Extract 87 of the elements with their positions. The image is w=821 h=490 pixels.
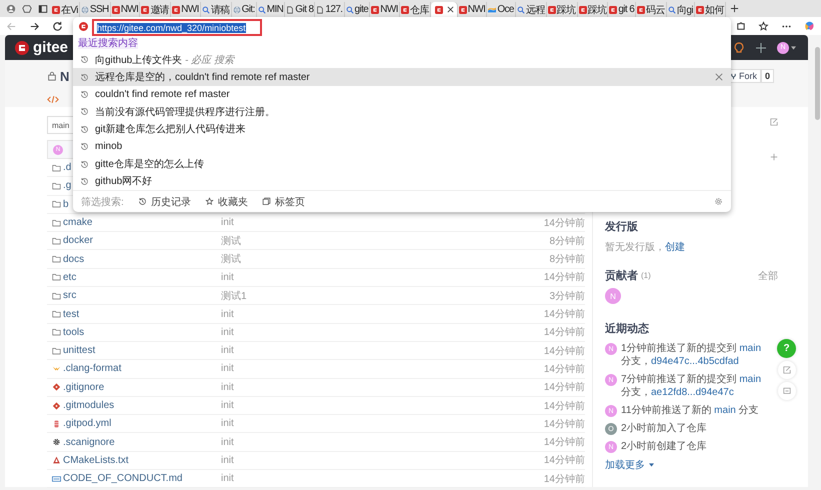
- activity-text: 2小时前加入了仓库: [621, 422, 708, 435]
- browser-tab[interactable]: SSH: [80, 2, 111, 17]
- browser-tab[interactable]: NWI: [370, 2, 400, 17]
- file-name[interactable]: CODE_OF_CONDUCT.md: [63, 473, 221, 484]
- activity-link[interactable]: main: [739, 343, 762, 354]
- browser-tab[interactable]: Git:: [232, 2, 257, 17]
- file-name[interactable]: src: [63, 290, 221, 302]
- browser-tab[interactable]: 远程: [516, 2, 547, 17]
- file-name[interactable]: docs: [63, 254, 221, 265]
- commit-time: 3分钟前: [549, 290, 585, 303]
- browser-tab[interactable]: 127.: [315, 2, 344, 17]
- browser-tab[interactable]: NWI: [171, 2, 201, 17]
- file-name[interactable]: .gitignore: [63, 382, 221, 393]
- contributor-count: (1): [641, 271, 651, 280]
- fork-count: 0: [760, 69, 774, 83]
- suggestion-item[interactable]: couldn't find remote ref master: [73, 86, 731, 104]
- activity-link[interactable]: ae12fd8...d94e47c: [651, 387, 734, 398]
- activity-text: 11分钟前推送了新的 main 分支: [621, 404, 760, 417]
- suggestion-item[interactable]: 向github上传文件夹 - 必应 搜索: [73, 50, 731, 68]
- address-field[interactable]: https://gitee.com/nwd_320/miniobtest: [92, 19, 262, 36]
- activity-text: 1分钟前推送了新的提交到 main 分支，d94e47c...4b5cdfad: [621, 342, 762, 368]
- suggestion-item[interactable]: git新建仓库怎么把别人代码传进来: [73, 120, 731, 138]
- file-name[interactable]: etc: [63, 272, 221, 283]
- filter-label: 筛选搜索:: [81, 196, 124, 209]
- browser-tab[interactable]: 请稿: [200, 2, 232, 17]
- browser-tab[interactable]: 在Vi: [51, 2, 80, 17]
- file-name[interactable]: unittest: [63, 345, 221, 356]
- commit-time: 8分钟前: [549, 234, 585, 248]
- filter-button[interactable]: 历史记录: [138, 194, 191, 209]
- browser-tab[interactable]: 踩坑: [578, 2, 608, 17]
- browser-tab[interactable]: MIN: [256, 2, 286, 17]
- repo-title[interactable]: N: [60, 68, 70, 84]
- browser-tab[interactable]: 向gi: [667, 2, 696, 17]
- commit-time: 14分钟前: [544, 436, 585, 450]
- filter-button[interactable]: 收藏夹: [204, 194, 248, 209]
- browser-tab[interactable]: NWI: [110, 2, 140, 17]
- file-name[interactable]: test: [63, 308, 221, 320]
- commit-time: 14分钟前: [544, 270, 585, 284]
- activity-text: 7分钟前推送了新的提交到 main 分支，ae12fd8...d94e47c: [621, 373, 762, 399]
- file-name[interactable]: .clang-format: [63, 363, 221, 374]
- section-title: 发行版: [605, 220, 639, 234]
- filter-button[interactable]: 标签页: [262, 194, 305, 209]
- activity-link[interactable]: main: [714, 405, 736, 416]
- activity-link[interactable]: d94e47c...4b5cdfad: [651, 356, 739, 367]
- commit-time: 8分钟前: [549, 252, 585, 266]
- browser-tab[interactable]: Oce: [487, 2, 516, 17]
- suggestion-item[interactable]: 远程仓库是空的，couldn't find remote ref master: [73, 68, 731, 86]
- file-name[interactable]: tools: [63, 326, 221, 338]
- file-name[interactable]: .gitmodules: [63, 400, 221, 411]
- gitee-logo[interactable]: gitee: [15, 39, 68, 56]
- browser-tab[interactable]: Git 8: [285, 2, 316, 17]
- commit-time: 14分钟前: [544, 362, 585, 376]
- suggestion-item[interactable]: 当前没有源代码管理提供程序进行注册。: [73, 103, 731, 121]
- commit-time: 14分钟前: [544, 308, 585, 322]
- logo-text: gitee: [33, 39, 68, 56]
- browser-tab[interactable]: NWI: [458, 2, 488, 17]
- file-name[interactable]: cmake: [63, 217, 221, 228]
- file-name[interactable]: CMakeLists.txt: [63, 454, 221, 466]
- section-title: 近期动态: [605, 322, 650, 336]
- browser-tab[interactable]: 邀请: [140, 2, 172, 17]
- load-more-link[interactable]: 加载更多: [605, 458, 645, 472]
- commit-time: 14分钟前: [544, 344, 585, 358]
- commit-time: 14分钟前: [544, 418, 585, 431]
- suggestion-item[interactable]: minob: [73, 138, 731, 156]
- commit-time: 14分钟前: [544, 454, 585, 468]
- commit-time: 14分钟前: [544, 472, 585, 486]
- commit-time: 14分钟前: [544, 400, 585, 412]
- browser-tab[interactable]: gite: [344, 2, 370, 17]
- browser-tab[interactable]: 码云: [636, 2, 668, 17]
- browser-tab[interactable]: 踩坑: [546, 2, 578, 17]
- file-name[interactable]: .scanignore: [63, 436, 221, 448]
- recent-heading: 最近搜索内容: [78, 38, 138, 50]
- activity-text: 2小时前创建了仓库: [621, 440, 708, 453]
- section-title: 贡献者: [605, 268, 638, 283]
- file-name[interactable]: .gitpod.yml: [63, 418, 221, 430]
- suggestion-item[interactable]: github网不好: [73, 172, 731, 190]
- activity-link[interactable]: main: [739, 374, 762, 385]
- suggestion-item[interactable]: gitte仓库是空的怎么上传: [73, 155, 731, 173]
- browser-tab[interactable]: 仓库: [400, 2, 431, 17]
- file-name[interactable]: docker: [63, 235, 221, 246]
- empty-releases-text: 暂无发行版，: [605, 242, 665, 253]
- browser-tab[interactable]: git 6: [608, 2, 636, 17]
- browser-tab[interactable]: 如何: [695, 2, 726, 17]
- commit-time: 14分钟前: [544, 326, 585, 340]
- commit-time: 14分钟前: [544, 380, 585, 394]
- create-link[interactable]: 创建: [665, 242, 685, 253]
- commit-time: 14分钟前: [544, 216, 585, 230]
